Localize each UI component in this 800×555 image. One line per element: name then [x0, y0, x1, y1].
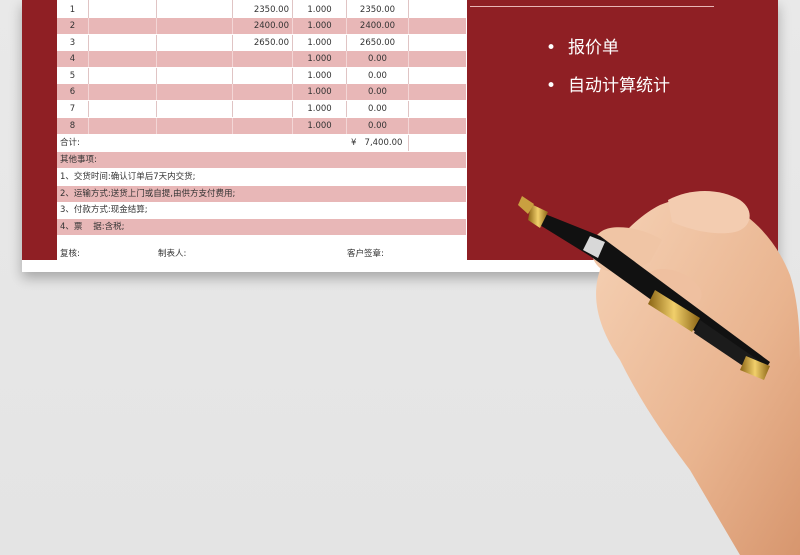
hand-with-pen-illustration [518, 191, 800, 555]
